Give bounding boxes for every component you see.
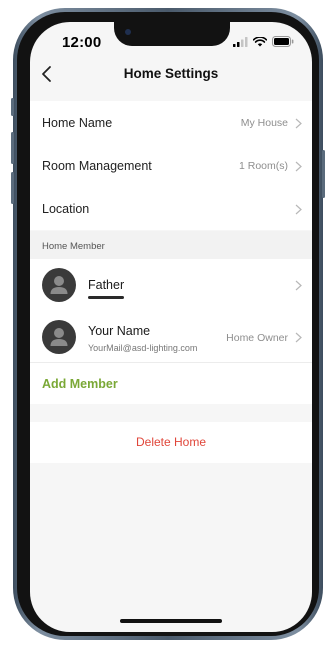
section-header: Home Member: [30, 231, 312, 259]
status-time: 12:00: [62, 34, 102, 51]
row-label: Room Management: [42, 158, 152, 173]
chevron-right-icon: [295, 280, 302, 291]
mute-switch: [11, 98, 14, 116]
volume-down-button: [11, 172, 14, 204]
member-name: Your Name: [88, 324, 151, 338]
wifi-icon: [253, 36, 267, 46]
chevron-right-icon: [295, 118, 302, 128]
add-member-label: Add Member: [42, 377, 118, 391]
user-silhouette-icon: [50, 328, 68, 346]
name-underline: [88, 296, 124, 299]
row-value: 1 Room(s): [238, 159, 288, 172]
location-row[interactable]: Location: [30, 187, 312, 230]
chevron-right-icon: [295, 332, 302, 343]
add-member-button[interactable]: Add Member: [30, 362, 312, 404]
notch: [114, 22, 230, 46]
member-role: Home Owner: [226, 332, 288, 344]
signal-icon: [233, 36, 248, 47]
user-silhouette-icon: [50, 276, 68, 294]
phone-screen: 12:00 Home Settings Home Name My House R…: [30, 22, 312, 632]
battery-icon: [272, 36, 294, 47]
delete-home-button[interactable]: Delete Home: [30, 422, 312, 463]
status-icons: [233, 36, 294, 47]
room-management-row[interactable]: Room Management 1 Room(s): [30, 144, 312, 187]
row-label: Home Name: [42, 115, 113, 130]
member-row-owner[interactable]: Your Name YourMail@asd-lighting.com Home…: [30, 311, 312, 363]
row-label: Location: [42, 201, 90, 216]
avatar: [42, 320, 76, 354]
chevron-right-icon: [295, 204, 302, 214]
page-title: Home Settings: [123, 66, 219, 81]
home-indicator: [120, 619, 222, 623]
member-email: YourMail@asd-lighting.com: [88, 343, 198, 353]
home-name-row[interactable]: Home Name My House: [30, 101, 312, 144]
nav-bar: Home Settings: [30, 60, 312, 90]
volume-up-button: [11, 132, 14, 164]
avatar: [42, 268, 76, 302]
chevron-right-icon: [295, 161, 302, 171]
member-row-father[interactable]: Father: [30, 259, 312, 311]
section-title: Home Member: [42, 241, 105, 252]
row-value: My House: [240, 116, 288, 129]
front-camera: [125, 29, 131, 35]
member-name: Father: [88, 278, 125, 292]
delete-home-label: Delete Home: [135, 435, 207, 449]
